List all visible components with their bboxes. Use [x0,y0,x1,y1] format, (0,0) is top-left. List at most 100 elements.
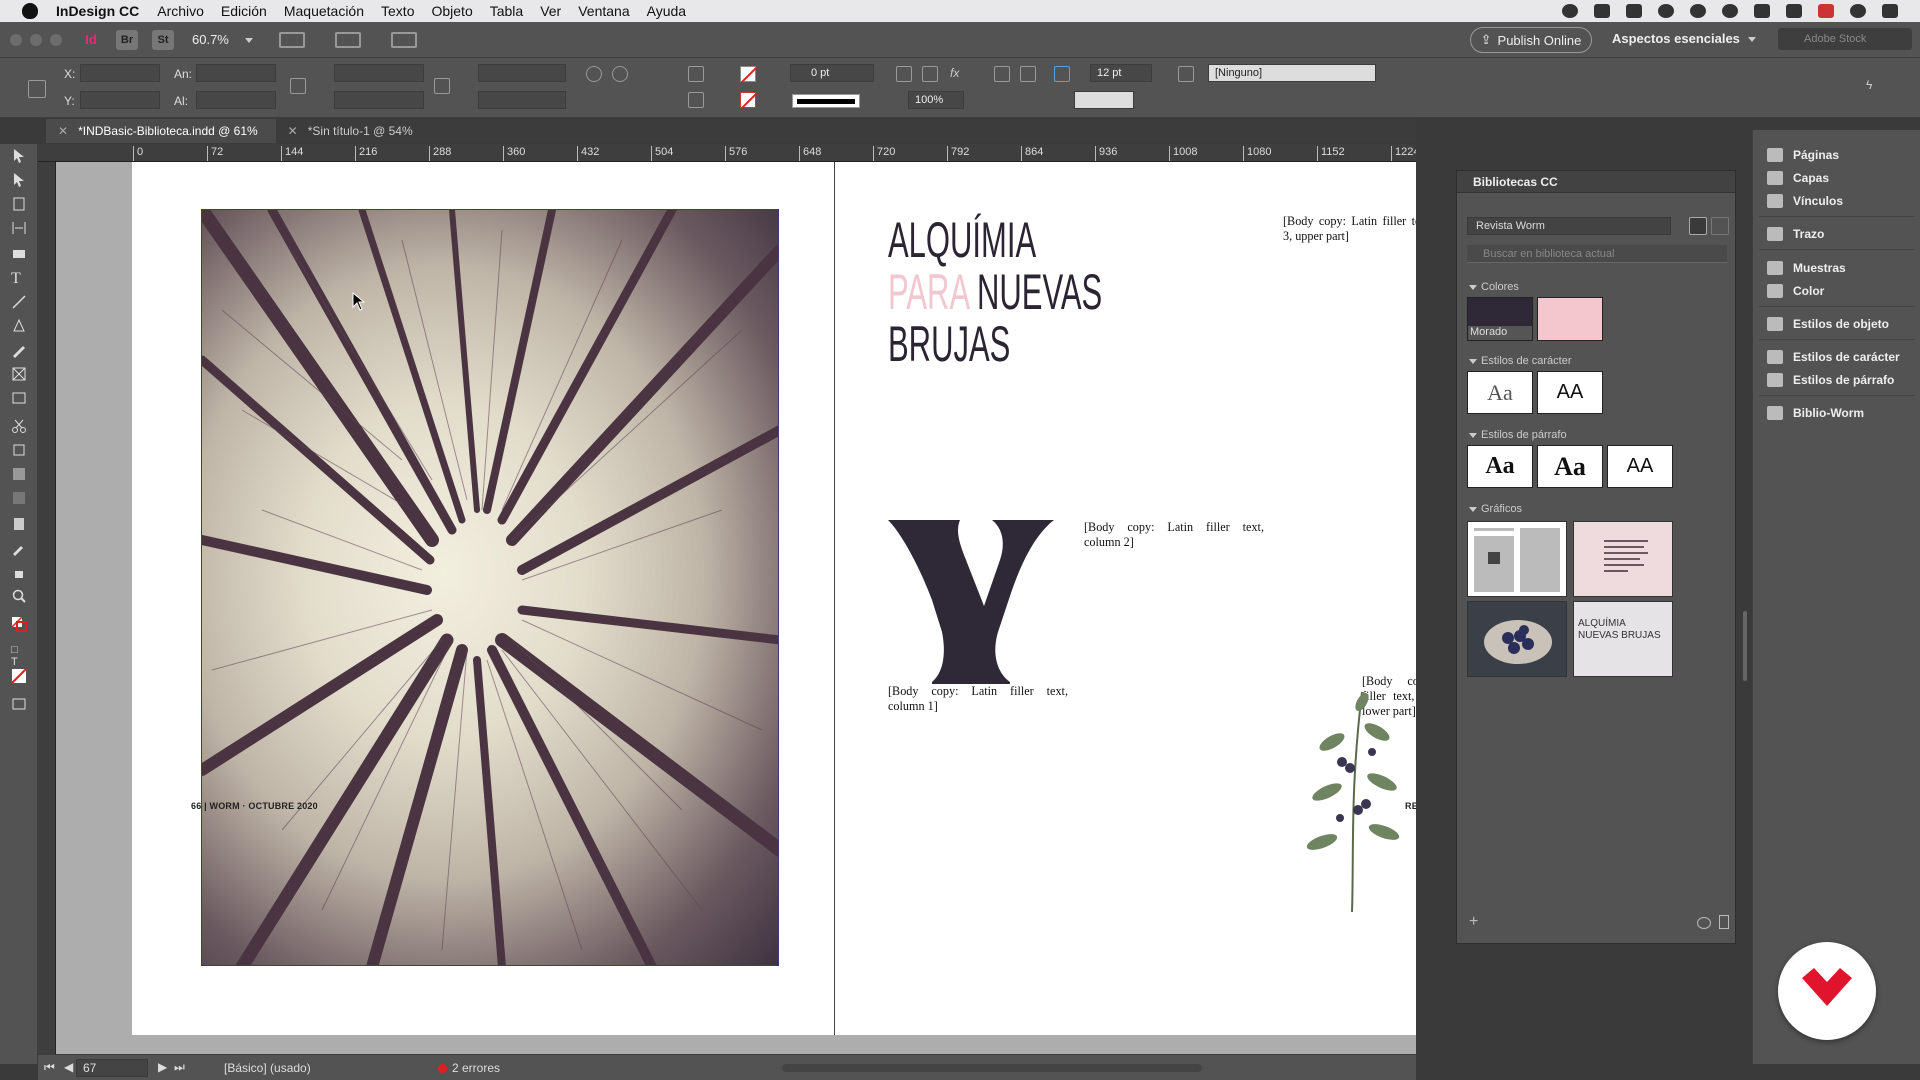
flag-icon[interactable] [1818,4,1834,18]
stock-button[interactable]: St [152,29,174,50]
frame-select-icon[interactable] [1054,66,1070,82]
dock-item-capas[interactable]: Capas [1767,171,1829,185]
x-field[interactable] [80,64,160,82]
zoom-window-icon[interactable] [50,33,62,46]
drop-cap-y[interactable] [888,520,1054,684]
hand-tool-icon[interactable] [11,564,27,580]
rotation-field[interactable] [478,64,566,82]
list-view-icon[interactable] [1711,217,1729,235]
lightning-icon[interactable]: ϟ [1866,78,1882,94]
dock-item-muestras[interactable]: Muestras [1767,261,1846,275]
free-transform-tool-icon[interactable] [11,442,27,458]
constrain-proportions-icon[interactable] [290,78,306,94]
page-number-field[interactable]: 67 [76,1059,148,1077]
gradient-swatch-tool-icon[interactable] [11,466,27,482]
record-icon[interactable] [1562,4,1578,18]
article-title[interactable]: ALQUÍMIA PARA NUEVAS BRUJAS [888,214,1102,370]
width-field[interactable] [196,64,276,82]
wifi-icon[interactable] [1754,4,1770,18]
workspace-switcher[interactable]: Aspectos esenciales [1612,31,1756,46]
tab-sin-titulo[interactable]: ✕ *Sin título-1 @ 54% [276,119,431,143]
adobe-stock-search[interactable]: Adobe Stock [1778,28,1912,50]
horizontal-ruler[interactable]: 0 72 144 216 288 360 432 504 576 648 720… [38,144,1416,162]
menu-tabla[interactable]: Tabla [490,3,523,19]
note-tool-icon[interactable] [11,516,27,532]
rectangle-tool-icon[interactable] [11,390,27,406]
arrange-documents-button[interactable] [390,31,417,48]
vertical-ruler[interactable] [38,162,56,1064]
bridge-button[interactable]: Br [116,29,138,50]
next-page-icon[interactable]: ▶ [158,1060,167,1074]
view-options-button[interactable] [278,31,305,48]
minimize-window-icon[interactable] [30,33,42,46]
preflight-errors[interactable]: 2 errores [452,1061,500,1075]
align-center-icon[interactable] [1020,66,1036,82]
close-icon[interactable]: ✕ [288,119,298,143]
fill-stroke-swatches-icon[interactable] [11,616,27,632]
formatting-affects-icon[interactable]: □ T [11,644,27,668]
align-left-icon[interactable] [994,66,1010,82]
opacity-field[interactable]: 100% [908,91,964,109]
object-style-select[interactable]: [Ninguno] [1208,64,1376,82]
menu-archivo[interactable]: Archivo [157,3,204,19]
zoom-tool-icon[interactable] [11,588,27,604]
dock-item-paginas[interactable]: Páginas [1767,148,1839,162]
zoom-select[interactable]: 60.7% [192,32,253,47]
library-select[interactable]: Revista Worm [1467,217,1671,235]
apple-icon[interactable] [22,3,38,19]
rotate-cw-icon[interactable] [586,66,602,82]
y-field[interactable] [80,91,160,109]
constrain-scale-icon[interactable] [434,78,450,94]
char-style-tile-2[interactable]: AA [1537,371,1603,414]
menu-texto[interactable]: Texto [381,3,414,19]
line-tool-icon[interactable] [11,294,27,310]
frame-preview-box[interactable] [1074,91,1134,109]
colors-section-header[interactable]: Colores [1469,281,1519,293]
close-icon[interactable]: ✕ [58,119,68,143]
graphic-tile-title[interactable]: ALQUÍMIA NUEVAS BRUJAS [1573,601,1673,677]
para-style-tile-3[interactable]: AA [1607,445,1673,488]
first-page-icon[interactable]: ⏮ [44,1060,55,1075]
cc-sync-icon[interactable] [1697,917,1711,929]
para-style-tile-1[interactable]: Aa [1467,445,1533,488]
menu-ventana[interactable]: Ventana [578,3,629,19]
color-swatch-pink[interactable] [1537,297,1603,341]
reference-point-icon[interactable] [28,80,46,98]
body-column-1[interactable]: [Body copy: Latin filler text, column 1] [888,684,1068,906]
grid-view-icon[interactable] [1689,217,1707,235]
char-styles-section-header[interactable]: Estilos de carácter [1469,355,1571,367]
close-window-icon[interactable] [10,33,22,46]
fill-swatch[interactable] [740,66,756,82]
dock-item-estilos-objeto[interactable]: Estilos de objeto [1767,317,1889,331]
para-style-tile-2[interactable]: Aa [1537,445,1603,488]
menu-maquetacion[interactable]: Maquetación [284,3,364,19]
flip-horizontal-icon[interactable] [688,66,704,82]
dock-item-vinculos[interactable]: Vínculos [1767,194,1843,208]
direct-selection-tool-icon[interactable] [11,172,27,188]
pencil-tool-icon[interactable] [11,342,27,358]
object-style-icon[interactable] [1178,66,1194,82]
prev-page-icon[interactable]: ◀ [64,1060,73,1074]
search-icon[interactable] [1850,4,1866,18]
rectangle-frame-tool-icon[interactable] [11,366,27,382]
shear-field[interactable] [478,91,566,109]
add-element-icon[interactable]: + [1469,913,1478,931]
screen-mode-button[interactable] [334,31,361,48]
drop-shadow-icon[interactable] [922,66,938,82]
menu-edicion[interactable]: Edición [221,3,267,19]
tab-indbasic[interactable]: ✕ *INDBasic-Biblioteca.indd @ 61% [46,119,276,143]
height-field[interactable] [196,91,276,109]
stroke-type-select[interactable] [792,94,860,108]
dock-item-estilos-caracter[interactable]: Estilos de carácter [1767,350,1900,364]
horizontal-scrollbar[interactable] [782,1064,1202,1072]
rotate-ccw-icon[interactable] [612,66,628,82]
graphic-tile-berries-photo[interactable] [1467,601,1567,677]
char-style-tile-1[interactable]: Aa [1467,371,1533,414]
apply-none-icon[interactable] [11,668,27,684]
document-canvas[interactable]: 66 | WORM · OCTUBRE 2020 ALQUÍMIA PARA N… [56,162,1416,1064]
dock-item-estilos-parrafo[interactable]: Estilos de párrafo [1767,373,1894,387]
menu-objeto[interactable]: Objeto [431,3,472,19]
stroke-weight-field[interactable]: 0 pt [790,64,874,82]
body-column-3-top[interactable]: [Body copy: Latin filler text, column 3,… [1283,214,1416,674]
content-collector-icon[interactable] [11,244,27,260]
